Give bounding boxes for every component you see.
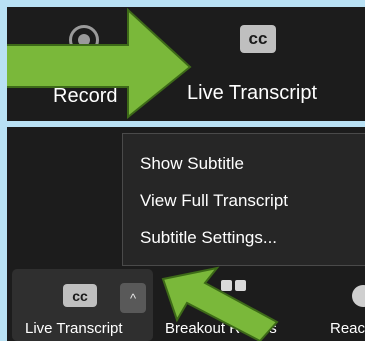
- live-transcript-label[interactable]: Live Transcript: [25, 320, 123, 337]
- chevron-up-icon[interactable]: ^: [120, 283, 146, 313]
- cc-icon[interactable]: cc: [240, 25, 276, 53]
- arrow-pointer: [7, 7, 192, 120]
- menu-item-view-full-transcript[interactable]: View Full Transcript: [140, 191, 288, 211]
- reactions-label[interactable]: Reactions: [330, 320, 365, 337]
- live-transcript-button-label[interactable]: Live Transcript: [187, 82, 317, 105]
- arrow-pointer: [161, 266, 279, 341]
- top-toolbar: Record cc Live Transcript: [7, 7, 365, 121]
- transcript-menu: Show Subtitle View Full Transcript Subti…: [122, 133, 365, 266]
- menu-item-subtitle-settings[interactable]: Subtitle Settings...: [140, 228, 277, 248]
- reactions-icon: [352, 285, 365, 307]
- cc-icon[interactable]: cc: [63, 284, 97, 307]
- bottom-toolbar-panel: Show Subtitle View Full Transcript Subti…: [7, 127, 365, 341]
- menu-item-show-subtitle[interactable]: Show Subtitle: [140, 154, 244, 174]
